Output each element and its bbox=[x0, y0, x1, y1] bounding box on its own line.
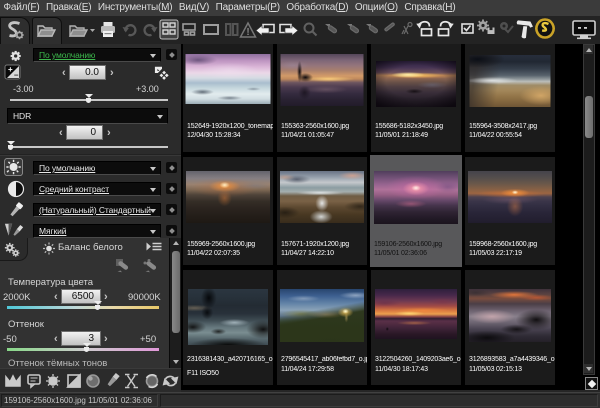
svg-text:+: + bbox=[8, 65, 13, 74]
svg-text:!: ! bbox=[246, 27, 249, 38]
svg-text:–: – bbox=[14, 71, 19, 80]
